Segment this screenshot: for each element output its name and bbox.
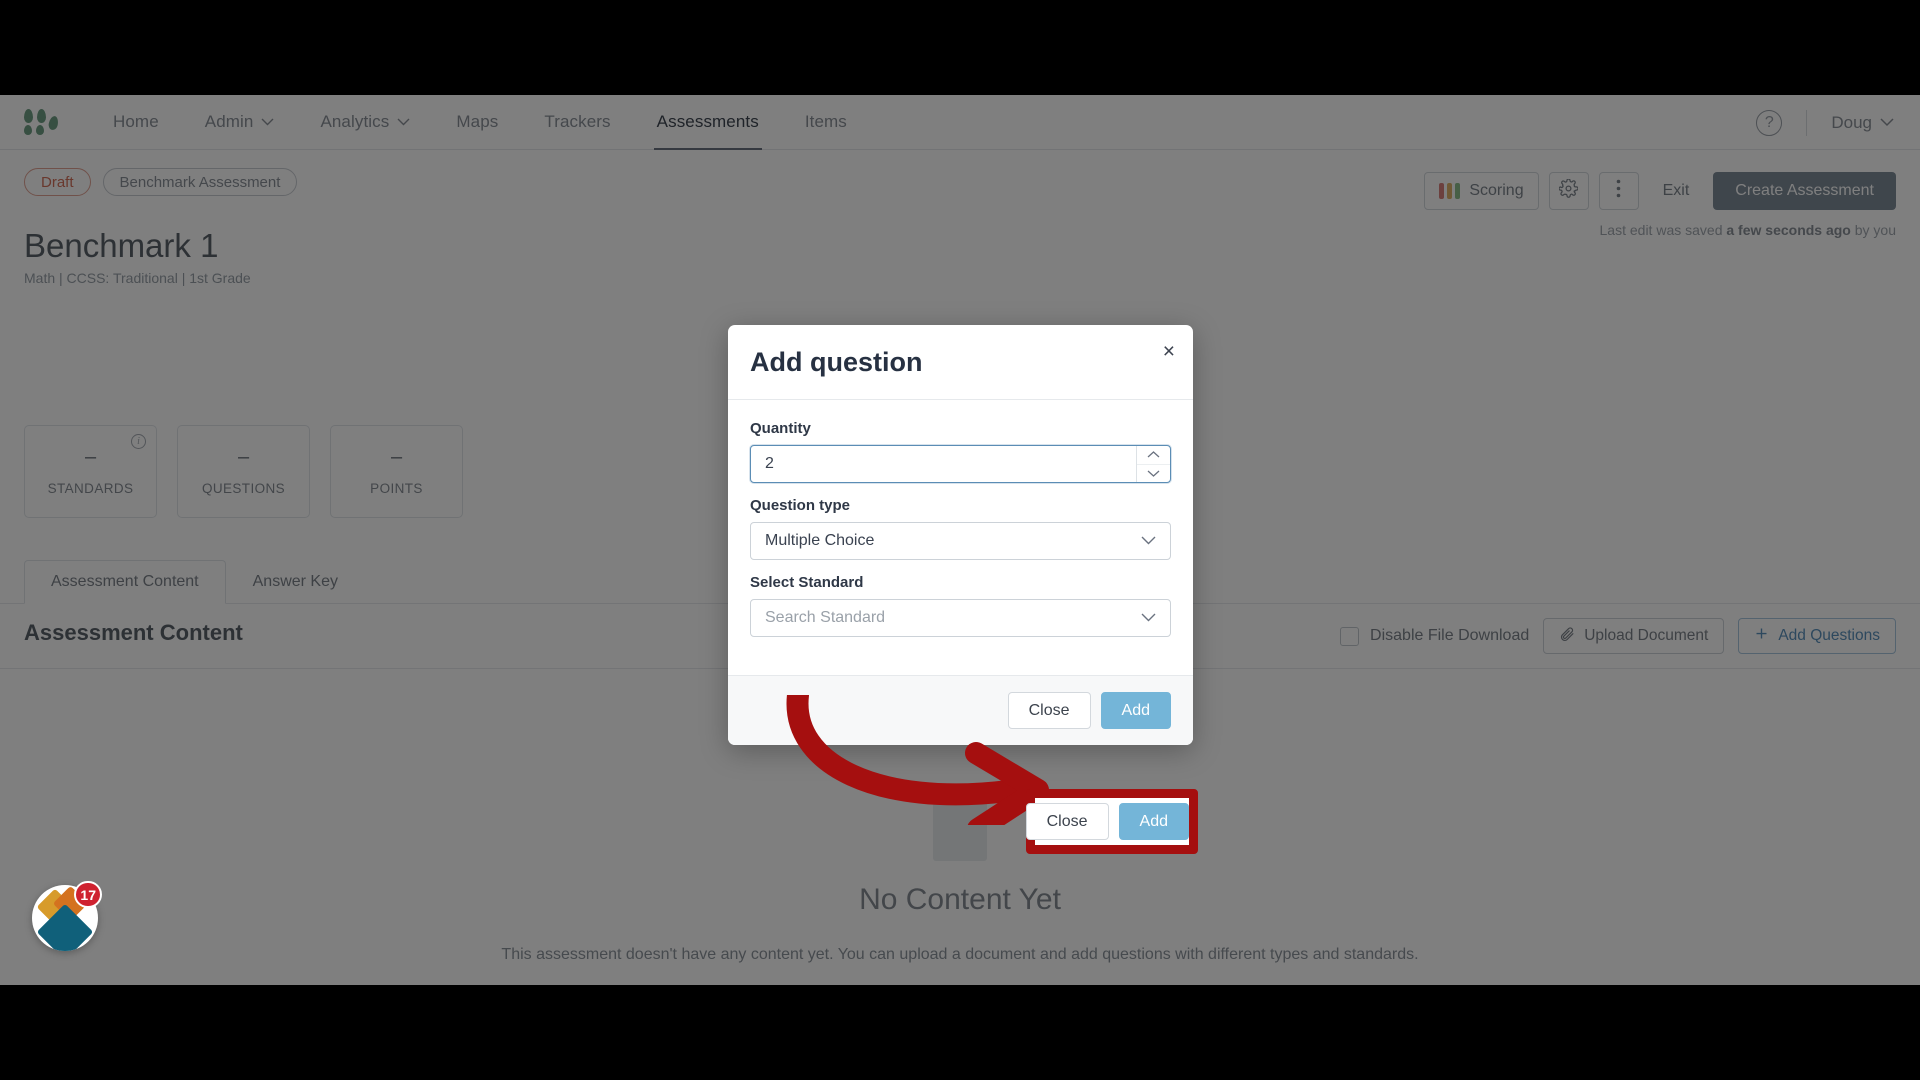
widget-badge-count: 17 xyxy=(74,881,102,908)
quantity-value: 2 xyxy=(765,455,774,472)
quantity-spinner[interactable] xyxy=(1136,446,1170,482)
stepper-up-icon[interactable] xyxy=(1137,446,1170,465)
modal-footer: Close Add xyxy=(728,675,1193,745)
close-button[interactable]: Close xyxy=(1007,692,1091,729)
quantity-label: Quantity xyxy=(750,420,811,437)
app-window: Home Admin Analytics Maps Trackers xyxy=(0,95,1920,985)
modal-body: Quantity 2 Question type Multiple Choice… xyxy=(728,400,1193,675)
close-button-highlighted[interactable]: Close xyxy=(1025,803,1109,840)
add-question-modal: Add question × Quantity 2 Question type … xyxy=(728,325,1193,745)
add-button-highlighted[interactable]: Add xyxy=(1118,803,1189,840)
select-standard-input[interactable]: Search Standard xyxy=(750,599,1171,637)
notifications-widget[interactable]: 17 xyxy=(32,881,102,951)
add-button[interactable]: Add xyxy=(1100,692,1171,729)
chevron-down-icon xyxy=(1141,532,1156,550)
select-standard-placeholder: Search Standard xyxy=(765,609,886,626)
question-type-select[interactable]: Multiple Choice xyxy=(750,522,1171,560)
select-standard-label: Select Standard xyxy=(750,574,864,591)
field-group-select-standard: Select Standard Search Standard xyxy=(750,574,1171,637)
field-group-question-type: Question type Multiple Choice xyxy=(750,497,1171,560)
chevron-down-icon xyxy=(1141,609,1156,627)
question-type-label: Question type xyxy=(750,497,851,514)
quantity-stepper[interactable]: 2 xyxy=(750,445,1171,483)
annotation-highlight-box: Close Add xyxy=(1025,789,1198,854)
modal-header: Add question × xyxy=(728,325,1193,400)
field-group-quantity: Quantity 2 xyxy=(750,420,1171,483)
stepper-down-icon[interactable] xyxy=(1137,465,1170,483)
question-type-value: Multiple Choice xyxy=(765,532,875,549)
modal-title: Add question xyxy=(750,346,923,377)
close-icon[interactable]: × xyxy=(1163,341,1175,362)
